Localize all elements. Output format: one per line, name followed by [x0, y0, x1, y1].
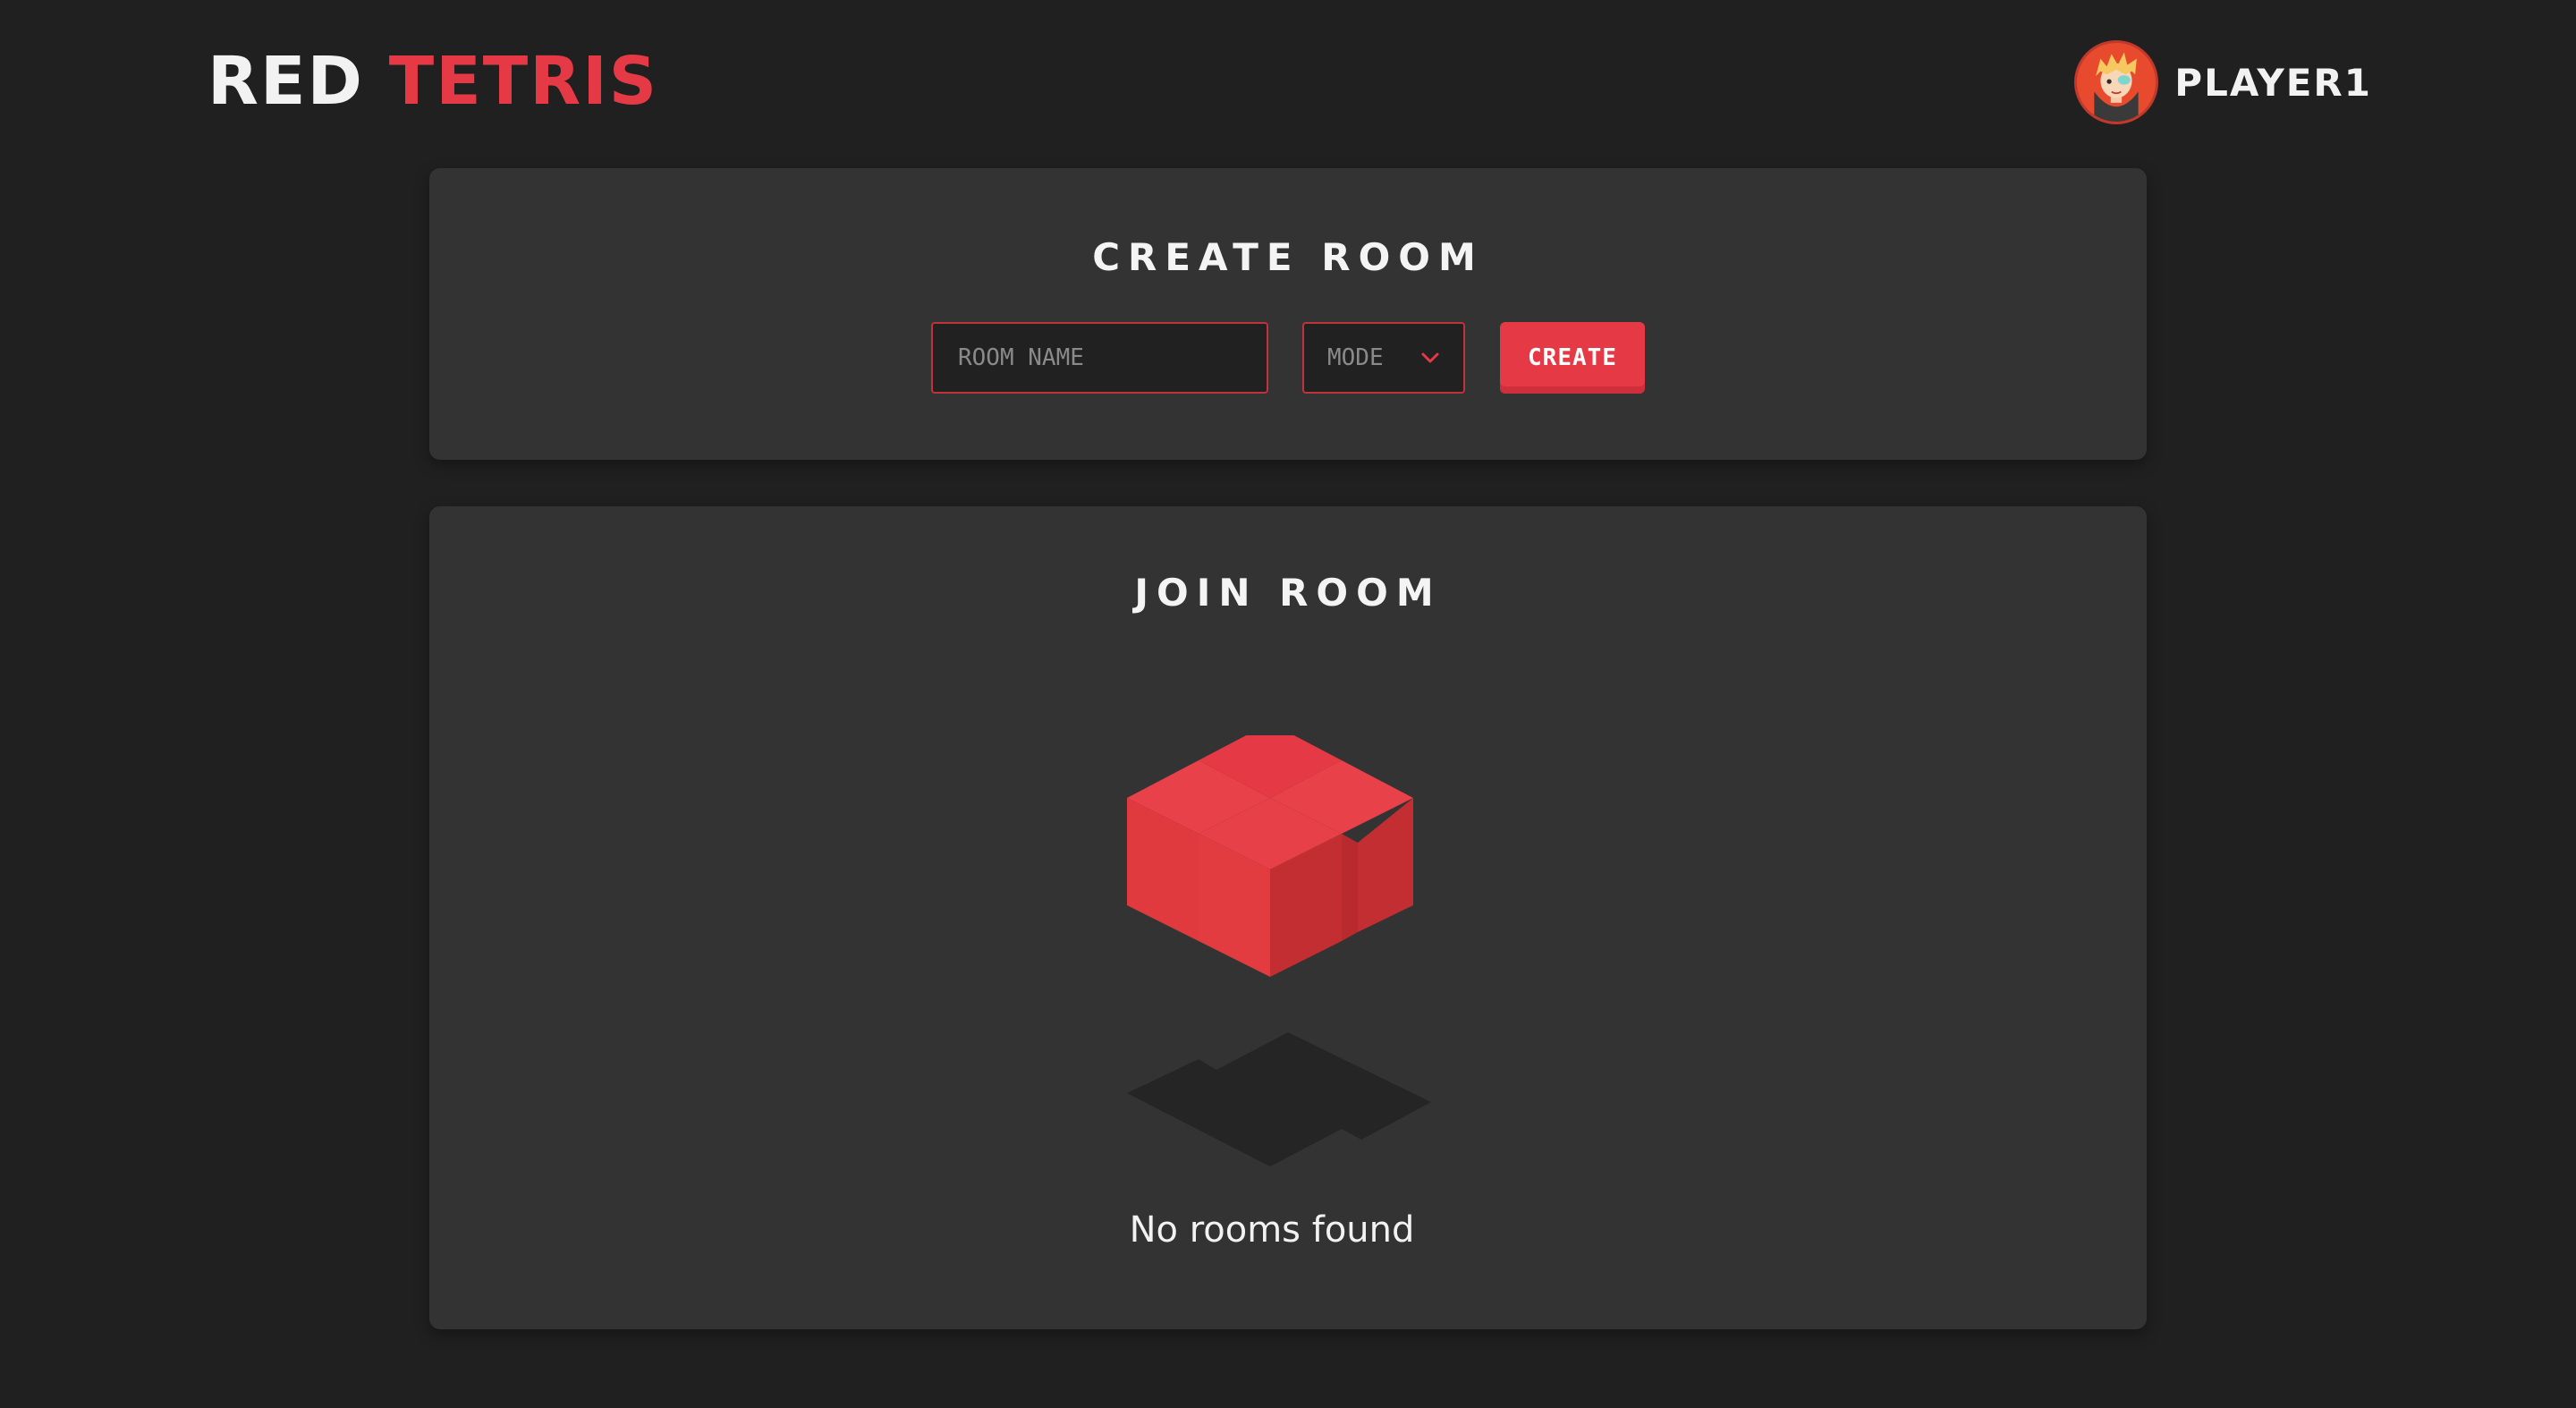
join-room-title: JOIN ROOM: [1134, 571, 1442, 615]
player-avatar-icon[interactable]: [2074, 40, 2159, 124]
avatar-illustration: [2077, 43, 2157, 122]
username: PLAYER1: [2174, 60, 2372, 105]
block-shadow: [1127, 1032, 1431, 1166]
create-room-panel: CREATE ROOM MODE CREATE: [429, 168, 2147, 460]
tetris-block-icon: [1127, 735, 1431, 1166]
create-button[interactable]: CREATE: [1500, 322, 1645, 394]
logo-word-red: RED: [208, 43, 364, 120]
create-room-form: MODE CREATE: [429, 322, 2147, 394]
block-right-face-step: [1342, 834, 1358, 941]
user-profile[interactable]: PLAYER1: [2074, 40, 2372, 124]
empty-state-message: No rooms found: [429, 1209, 2147, 1251]
empty-state-text: No rooms found: [1129, 1209, 1415, 1251]
logo-word-tetris: TETRIS: [388, 43, 659, 120]
app-logo[interactable]: RED TETRIS: [208, 41, 658, 122]
mode-select-label: MODE: [1327, 344, 1384, 371]
header: RED TETRIS PLAYER1: [0, 0, 2576, 165]
create-room-title: CREATE ROOM: [1092, 235, 1484, 279]
chevron-down-icon: [1421, 352, 1439, 363]
mode-select[interactable]: MODE: [1302, 322, 1465, 394]
join-room-panel: JOIN ROOM No rooms found: [429, 506, 2147, 1329]
room-name-input[interactable]: [931, 322, 1268, 394]
